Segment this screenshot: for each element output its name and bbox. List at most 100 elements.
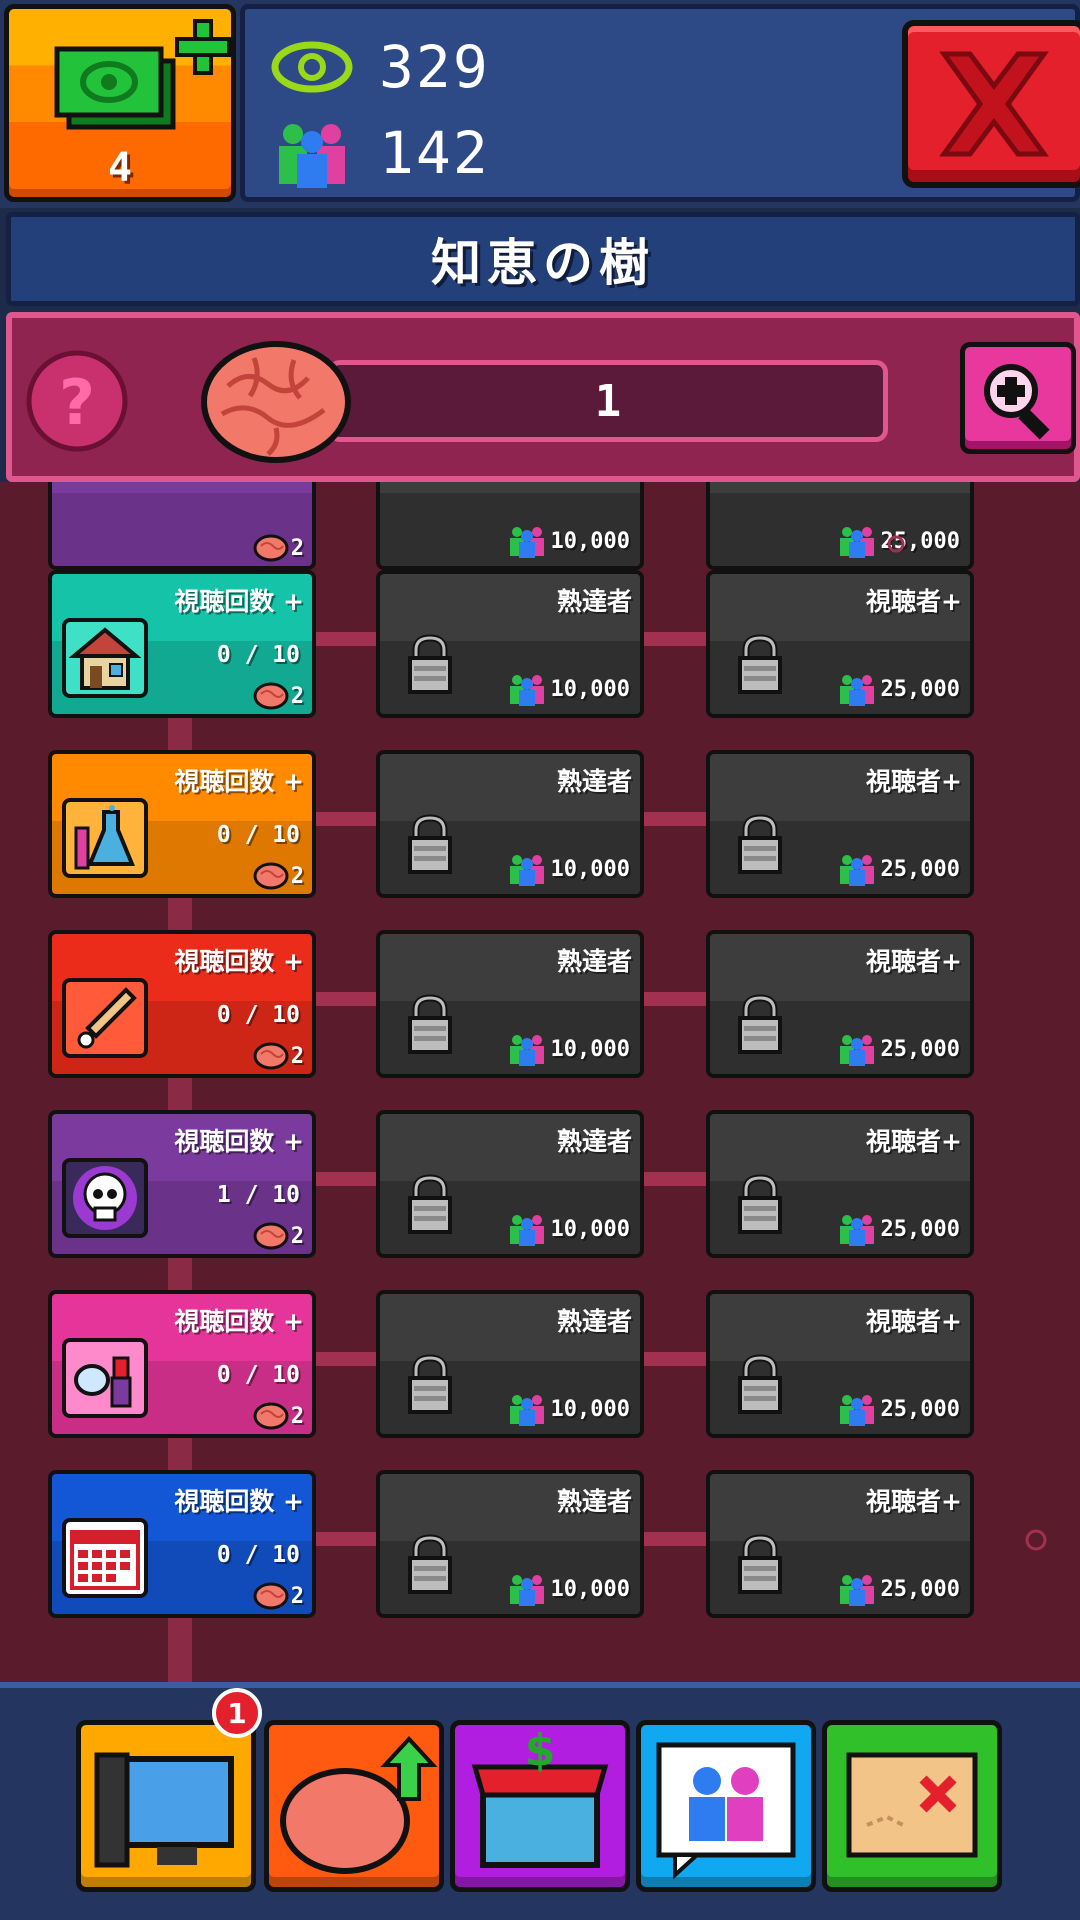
question-icon: ?	[26, 350, 128, 452]
cash-count: 4	[107, 145, 133, 191]
locked-skill-card[interactable]: 視聴者+ 25,000	[706, 1110, 974, 1258]
skill-title: 視聴回数 +	[174, 1487, 304, 1516]
notification-badge: 1	[212, 1688, 262, 1738]
subscribers-icon	[509, 1575, 544, 1606]
tree-branch	[642, 992, 712, 1006]
views-count: 329	[379, 33, 490, 101]
brain-cost-icon	[253, 1222, 289, 1250]
skill-tree: 2 10,000 25,000 視聴回数 + 0 / 10 2 熟達者 10,0…	[0, 482, 1080, 1682]
lock-icon	[738, 1534, 782, 1594]
cash-plus-icon	[54, 19, 231, 130]
skill-card-views-plus[interactable]: 視聴回数 + 1 / 10 2	[48, 1110, 316, 1258]
locked-skill-title: 熟達者	[556, 947, 632, 976]
locked-skill-title: 視聴者+	[866, 767, 962, 796]
lock-icon	[738, 994, 782, 1054]
brain-cost: 2	[290, 1403, 304, 1429]
subscribers-icon	[509, 1215, 544, 1246]
locked-skill-card[interactable]: 熟達者 10,000	[376, 1290, 644, 1438]
locked-skill-card[interactable]: 熟達者 10,000	[376, 570, 644, 718]
brain-cost-icon	[253, 1042, 289, 1070]
nav-subscribers-button[interactable]	[636, 1720, 816, 1892]
nav-brain-upgrade-button[interactable]	[264, 1720, 444, 1892]
nav-map-button[interactable]	[822, 1720, 1002, 1892]
locked-skill-title: 熟達者	[556, 1487, 632, 1516]
locked-skill-title: 熟達者	[556, 767, 632, 796]
locked-skill-card[interactable]: 視聴者+ 25,000	[706, 570, 974, 718]
tree-branch	[642, 632, 712, 646]
shop-icon: $	[471, 1725, 609, 1868]
zoom-button[interactable]	[960, 342, 1076, 454]
tree-branch	[312, 632, 382, 646]
subscribers-icon	[839, 1215, 874, 1246]
tree-branch	[642, 1172, 712, 1186]
subscribers-icon	[839, 855, 874, 886]
tree-branch	[642, 812, 712, 826]
subscribers-icon	[279, 124, 345, 188]
subscribers-icon	[509, 855, 544, 886]
brain-cost: 2	[290, 1043, 304, 1069]
subscriber-cost: 10,000	[550, 676, 630, 702]
tree-branch	[642, 1532, 712, 1546]
lock-icon	[738, 814, 782, 874]
brain-cost: 2	[290, 1223, 304, 1249]
bottom-nav: $	[0, 1682, 1080, 1920]
locked-skill-card[interactable]: 熟達者 10,000	[376, 750, 644, 898]
lock-icon	[738, 1174, 782, 1234]
add-cash-button[interactable]: 4	[4, 4, 236, 202]
lock-icon	[408, 1174, 452, 1234]
subscribers-chat-icon	[656, 1742, 796, 1880]
locked-skill-card[interactable]: 熟達者 10,000	[376, 930, 644, 1078]
tree-branch	[312, 1172, 382, 1186]
brain-upgrade-icon	[280, 1736, 438, 1874]
page-title: 知恵の樹	[431, 234, 655, 292]
subscribers-icon	[839, 1575, 874, 1606]
brain-cost: 2	[290, 683, 304, 709]
locked-skill-card[interactable]: 視聴者+ 25,000	[706, 930, 974, 1078]
flask-icon	[62, 798, 148, 878]
subscribers-count: 142	[379, 119, 490, 187]
tree-branch	[642, 1352, 712, 1366]
help-button[interactable]: ?	[24, 348, 130, 454]
subscribers-stat: 142	[271, 113, 490, 193]
close-button[interactable]	[902, 20, 1080, 188]
subscribers-icon	[509, 675, 544, 706]
locked-skill-card[interactable]: 熟達者 10,000	[376, 1110, 644, 1258]
subscriber-cost: 10,000	[550, 856, 630, 882]
locked-skill-card[interactable]: 視聴者+ 25,000	[706, 1290, 974, 1438]
skill-progress: 0 / 10	[216, 1542, 300, 1568]
brain-cost: 2	[290, 535, 304, 561]
skill-title: 視聴回数 +	[174, 947, 304, 976]
locked-skill-title: 視聴者+	[866, 1127, 962, 1156]
locked-skill-card[interactable]: 熟達者 10,000	[376, 1470, 644, 1618]
computer-icon	[94, 1752, 234, 1868]
nav-computer-button[interactable]	[76, 1720, 256, 1892]
skill-card-views-plus[interactable]: 視聴回数 + 0 / 10 2	[48, 930, 316, 1078]
locked-skill-card[interactable]: 視聴者+ 25,000	[706, 750, 974, 898]
subscriber-cost: 25,000	[880, 856, 960, 882]
nav-shop-button[interactable]: $	[450, 1720, 630, 1892]
brain-cost-icon	[253, 862, 289, 890]
subscribers-icon	[839, 1395, 874, 1426]
skill-card-views-plus[interactable]: 視聴回数 + 0 / 10 2	[48, 1290, 316, 1438]
skill-card-views-plus[interactable]: 視聴回数 + 0 / 10 2	[48, 750, 316, 898]
title-bar: 知恵の樹	[6, 212, 1080, 306]
baseball-bat-icon	[62, 978, 148, 1058]
views-stat: 329	[271, 27, 490, 107]
locked-skill-card[interactable]: 視聴者+ 25,000	[706, 1470, 974, 1618]
skill-progress: 1 / 10	[216, 1182, 300, 1208]
locked-card-partial[interactable]: 25,000	[706, 482, 974, 570]
skill-title: 視聴回数 +	[174, 767, 304, 796]
skill-progress: 0 / 10	[216, 642, 300, 668]
brain-points-bar: ? 1	[6, 312, 1080, 482]
brain-cost-icon	[253, 534, 289, 562]
skill-card-views-plus[interactable]: 視聴回数 + 0 / 10 2	[48, 1470, 316, 1618]
skill-card-views-plus[interactable]: 視聴回数 + 0 / 10 2	[48, 570, 316, 718]
skill-progress: 0 / 10	[216, 1362, 300, 1388]
locked-skill-title: 視聴者+	[866, 947, 962, 976]
locked-card-partial[interactable]: 10,000	[376, 482, 644, 570]
skill-title: 視聴回数 +	[174, 1127, 304, 1156]
brain-cost: 2	[290, 863, 304, 889]
skill-card-partial[interactable]: 2	[48, 482, 316, 570]
tree-branch	[312, 992, 382, 1006]
locked-skill-title: 視聴者+	[866, 587, 962, 616]
